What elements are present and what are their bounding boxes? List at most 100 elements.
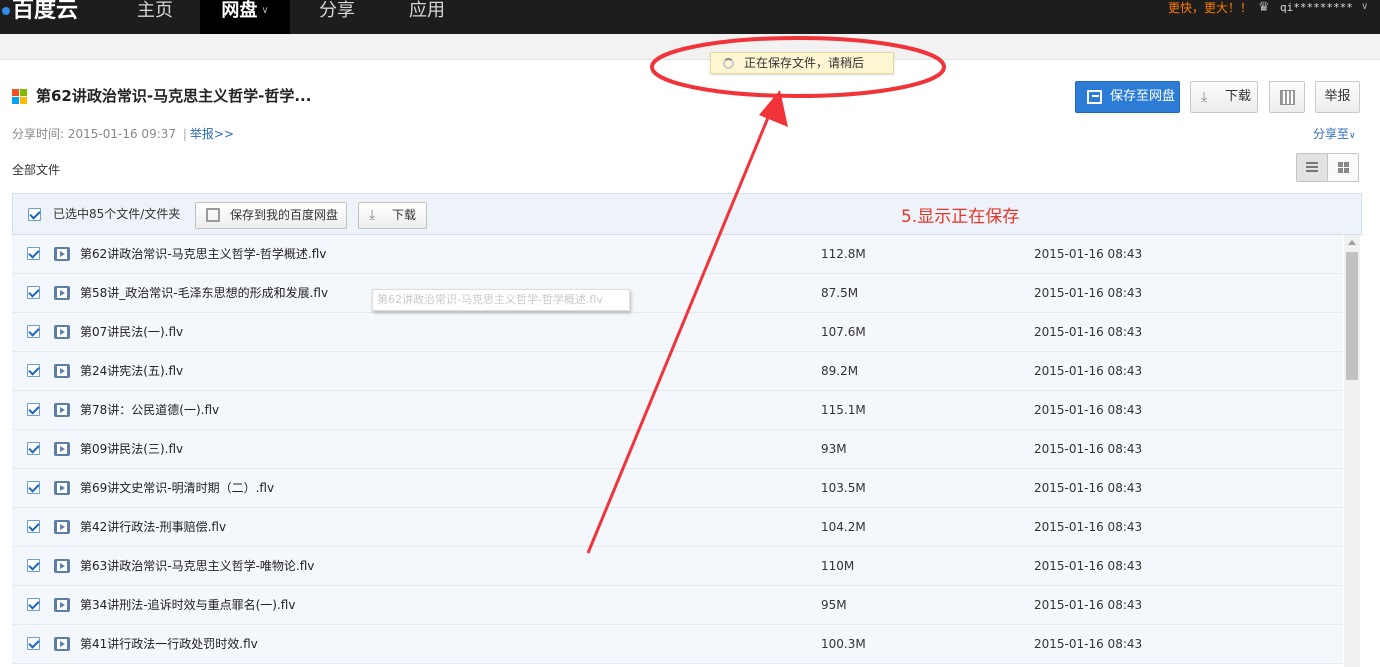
file-name[interactable]: 第42讲行政法-刑事赔偿.flv	[80, 520, 226, 534]
table-row[interactable]: 第62讲政治常识-马克思主义哲学-哲学概述.flv 112.8M 2015-01-1…	[12, 235, 1343, 274]
video-file-icon	[54, 520, 70, 534]
row-checkbox[interactable]	[27, 520, 40, 533]
toolbar-download-button[interactable]: ⤓ 下载	[358, 202, 427, 229]
chevron-down-icon: ∨	[1349, 131, 1356, 141]
share-title: 第62讲政治常识-马克思主义哲学-哲学...	[36, 87, 312, 105]
file-type-icon	[12, 89, 28, 105]
video-file-icon	[54, 403, 70, 417]
file-size: 107.6M	[821, 325, 866, 339]
report-link[interactable]: 举报>>	[190, 127, 234, 141]
row-checkbox[interactable]	[27, 442, 40, 455]
nav-home[interactable]: 主页	[110, 0, 200, 34]
breadcrumb-all-files[interactable]: 全部文件	[12, 162, 60, 178]
share-to-dropdown[interactable]: 分享至∨	[1313, 126, 1356, 144]
table-row[interactable]: 第24讲宪法(五).flv 89.2M 2015-01-16 08:43	[12, 352, 1343, 391]
table-row[interactable]: 第58讲_政治常识-毛泽东思想的形成和发展.flv 87.5M 2015-01-16…	[12, 274, 1343, 313]
scrollbar-thumb[interactable]	[1346, 252, 1358, 380]
row-checkbox[interactable]	[27, 247, 40, 260]
crown-icon: ♛	[1258, 0, 1270, 15]
file-size: 115.1M	[821, 403, 866, 417]
drag-ghost-tooltip: 第62讲政治常识-马克思主义哲学-哲学概述.flv	[372, 289, 630, 311]
username[interactable]: qi*********	[1280, 0, 1353, 16]
selection-toolbar: 已选中85个文件/文件夹 保存到我的百度网盘 ⤓ 下载	[12, 193, 1362, 235]
table-row[interactable]: 第09讲民法(三).flv 93M 2015-01-16 08:43	[12, 430, 1343, 469]
file-name[interactable]: 第62讲政治常识-马克思主义哲学-哲学概述.flv	[80, 247, 326, 261]
file-size: 110M	[821, 559, 855, 573]
table-row[interactable]: 第78讲：公民道德(一).flv 115.1M 2015-01-16 08:43	[12, 391, 1343, 430]
file-date: 2015-01-16 08:43	[1034, 598, 1143, 612]
file-date: 2015-01-16 08:43	[1034, 247, 1143, 261]
table-row[interactable]: 第42讲行政法-刑事赔偿.flv 104.2M 2015-01-16 08:43	[12, 508, 1343, 547]
file-name[interactable]: 第41讲行政法一行政处罚时效.flv	[80, 637, 258, 651]
share-meta: 分享时间: 2015-01-16 09:37 | 举报>>	[12, 127, 235, 141]
baidu-cloud-logo[interactable]: 百度云	[0, 0, 90, 34]
grid-icon	[1338, 162, 1343, 167]
promo-link[interactable]: 更快，更大！！	[1168, 0, 1252, 16]
video-file-icon	[54, 598, 70, 612]
save-icon	[206, 208, 220, 222]
file-date: 2015-01-16 08:43	[1034, 520, 1143, 534]
table-row[interactable]: 第07讲民法(一).flv 107.6M 2015-01-16 08:43	[12, 313, 1343, 352]
file-name[interactable]: 第58讲_政治常识-毛泽东思想的形成和发展.flv	[80, 286, 328, 300]
file-date: 2015-01-16 08:43	[1034, 481, 1143, 495]
qrcode-button[interactable]	[1269, 81, 1305, 113]
table-row[interactable]: 第69讲文史常识-明清时期（二）.flv 103.5M 2015-01-16 08:…	[12, 469, 1343, 508]
file-size: 87.5M	[821, 286, 859, 300]
row-checkbox[interactable]	[27, 325, 40, 338]
table-row[interactable]: 第34讲刑法-追诉时效与重点罪名(一).flv 95M 2015-01-16 08:…	[12, 586, 1343, 625]
file-size: 95M	[821, 598, 847, 612]
table-row[interactable]: 第41讲行政法一行政处罚时效.flv 100.3M 2015-01-16 08:43	[12, 625, 1343, 664]
row-checkbox[interactable]	[27, 559, 40, 572]
grid-view-button[interactable]	[1328, 154, 1359, 181]
file-size: 103.5M	[821, 481, 866, 495]
annotation-arrow-head	[759, 90, 788, 127]
file-date: 2015-01-16 08:43	[1034, 325, 1143, 339]
nav-share[interactable]: 分享	[292, 0, 382, 34]
video-file-icon	[54, 325, 70, 339]
row-checkbox[interactable]	[27, 637, 40, 650]
file-name[interactable]: 第78讲：公民道德(一).flv	[80, 403, 219, 417]
file-name[interactable]: 第69讲文史常识-明清时期（二）.flv	[80, 481, 274, 495]
file-date: 2015-01-16 08:43	[1034, 364, 1143, 378]
video-file-icon	[54, 442, 70, 456]
file-name[interactable]: 第24讲宪法(五).flv	[80, 364, 183, 378]
row-checkbox[interactable]	[27, 403, 40, 416]
paw-icon	[2, 7, 10, 15]
qrcode-icon	[1280, 90, 1295, 105]
list-view-button[interactable]	[1297, 154, 1328, 181]
file-name[interactable]: 第07讲民法(一).flv	[80, 325, 183, 339]
file-size: 104.2M	[821, 520, 866, 534]
chevron-down-icon[interactable]: ∨	[1361, 1, 1368, 12]
file-date: 2015-01-16 08:43	[1034, 637, 1143, 651]
video-file-icon	[54, 247, 70, 261]
video-file-icon	[54, 364, 70, 378]
nav-netdisk[interactable]: 网盘 ∨	[200, 0, 290, 34]
video-file-icon	[54, 559, 70, 573]
select-all-checkbox[interactable]	[28, 208, 41, 221]
top-navbar: 百度云 主页 网盘 ∨ 分享 应用 更快，更大！！ ♛ qi********* ∨	[0, 0, 1380, 34]
file-list: 第62讲政治常识-马克思主义哲学-哲学概述.flv 112.8M 2015-01-1…	[12, 235, 1343, 667]
report-button[interactable]: 举报	[1315, 81, 1360, 113]
sub-header-bar	[0, 34, 1380, 60]
scroll-up-arrow-icon[interactable]	[1348, 240, 1356, 245]
table-row[interactable]: 第63讲政治常识-马克思主义哲学-唯物论.flv 110M 2015-01-16 0…	[12, 547, 1343, 586]
nav-apps[interactable]: 应用	[382, 0, 472, 34]
save-to-disk-button[interactable]: 保存至网盘	[1075, 81, 1180, 113]
view-toggle	[1296, 153, 1359, 182]
file-name[interactable]: 第09讲民法(三).flv	[80, 442, 183, 456]
file-size: 89.2M	[821, 364, 859, 378]
step-annotation: 5.显示正在保存	[901, 207, 1020, 227]
spinner-icon	[723, 58, 734, 69]
row-checkbox[interactable]	[27, 364, 40, 377]
row-checkbox[interactable]	[27, 481, 40, 494]
download-button[interactable]: ⤓ 下载	[1190, 81, 1258, 113]
row-checkbox[interactable]	[27, 598, 40, 611]
file-name[interactable]: 第63讲政治常识-马克思主义哲学-唯物论.flv	[80, 559, 314, 573]
file-date: 2015-01-16 08:43	[1034, 559, 1143, 573]
save-to-my-disk-button[interactable]: 保存到我的百度网盘	[195, 202, 347, 229]
file-name[interactable]: 第34讲刑法-追诉时效与重点罪名(一).flv	[80, 598, 295, 612]
scrollbar[interactable]	[1344, 235, 1360, 667]
file-date: 2015-01-16 08:43	[1034, 442, 1143, 456]
row-checkbox[interactable]	[27, 286, 40, 299]
selected-count: 已选中85个文件/文件夹	[53, 207, 181, 221]
